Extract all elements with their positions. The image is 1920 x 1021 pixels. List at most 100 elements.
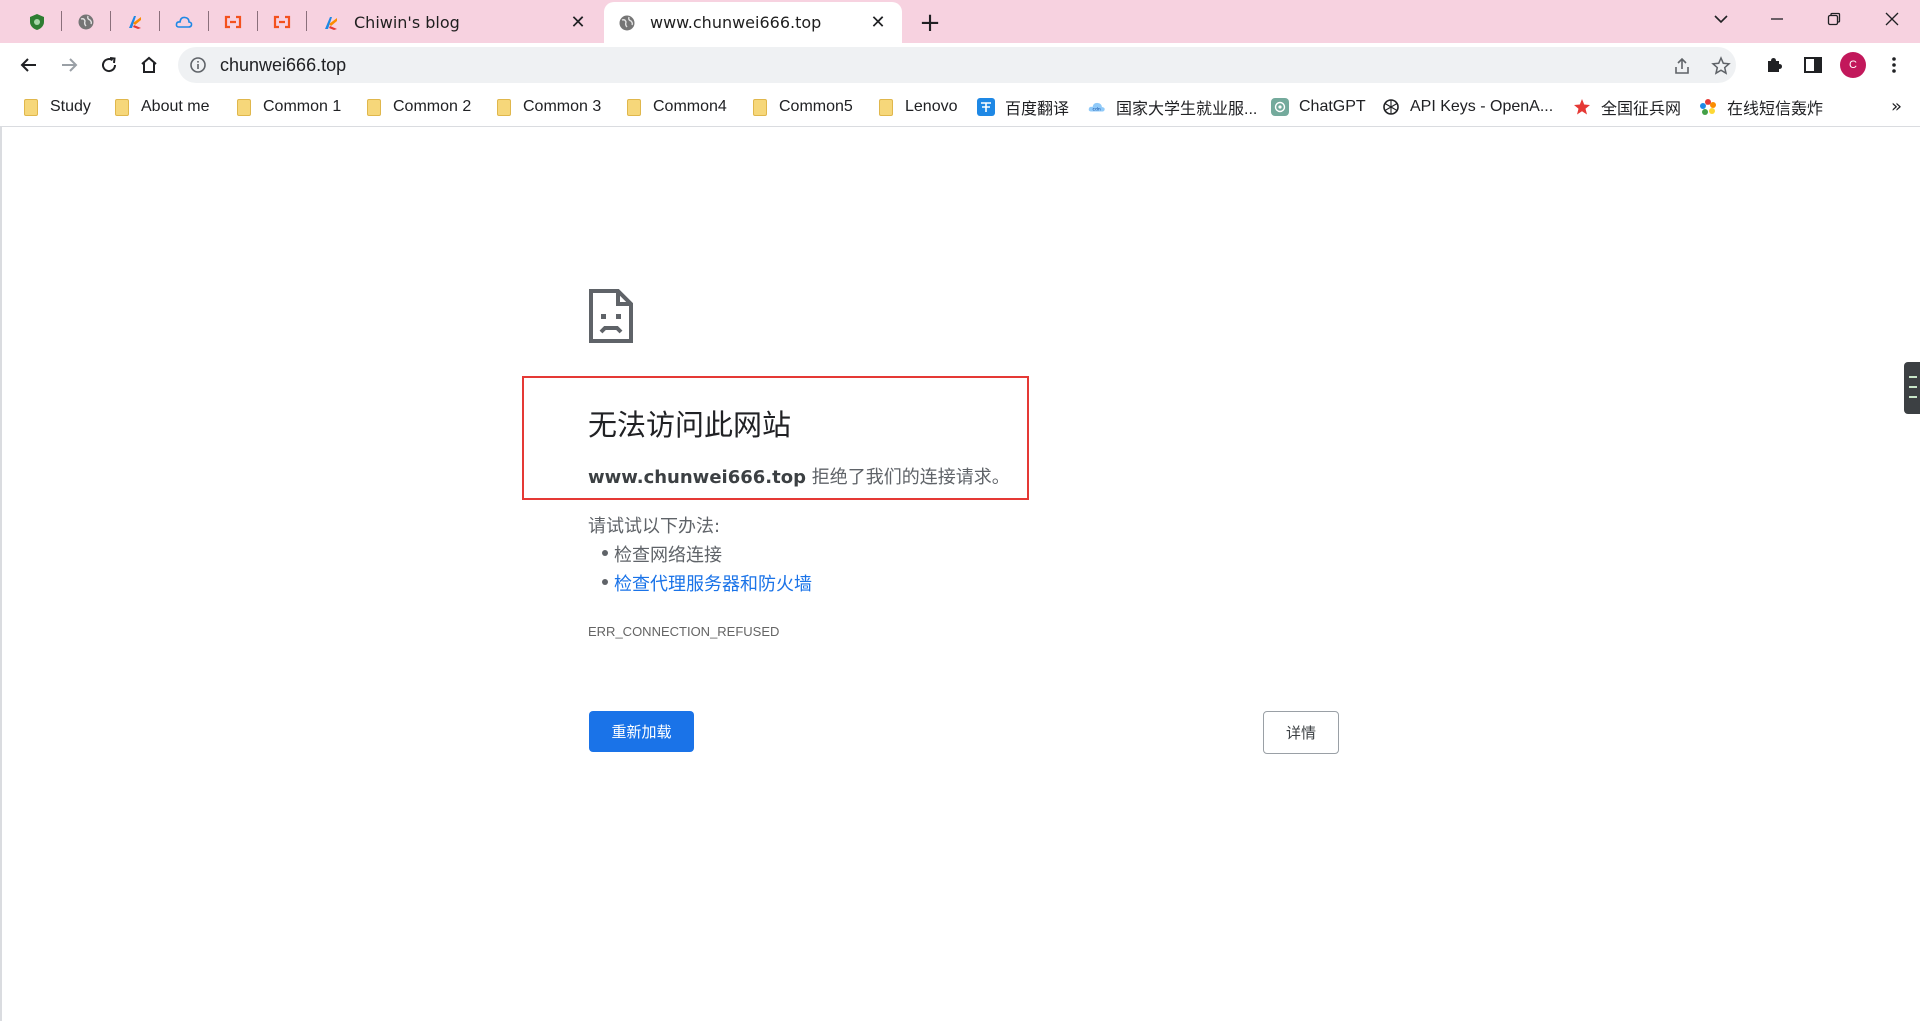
arrow-right-icon <box>62 58 78 72</box>
tab-search-button[interactable] <box>1693 0 1749 38</box>
error-code: ERR_CONNECTION_REFUSED <box>588 624 780 639</box>
pinned-tab-2[interactable] <box>63 6 109 37</box>
folder-icon <box>625 98 643 116</box>
side-panel-button[interactable] <box>1797 49 1829 81</box>
forward-button[interactable] <box>52 48 86 82</box>
tab-separator <box>306 11 307 31</box>
bookmark-label: Common4 <box>653 98 727 115</box>
bookmark-label: About me <box>141 98 210 115</box>
bookmark-study[interactable]: Study <box>22 94 91 120</box>
error-message: 拒绝了我们的连接请求。 <box>805 467 1010 488</box>
address-bar[interactable]: chunwei666.top <box>178 47 1736 83</box>
close-icon[interactable]: ✕ <box>868 12 888 33</box>
home-icon <box>141 56 157 73</box>
bookmark-label: Common 1 <box>263 98 342 115</box>
folder-icon <box>877 98 895 116</box>
colorful-wheel-icon <box>1699 98 1717 116</box>
side-drawer-handle[interactable] <box>1904 362 1920 414</box>
reload-page-button[interactable]: 重新加载 <box>589 711 694 752</box>
bookmarks-overflow-button[interactable]: » <box>1891 96 1902 117</box>
bookmark-label: Study <box>50 98 91 115</box>
bookmark-common-2[interactable]: Common 2 <box>365 94 471 120</box>
profile-button[interactable]: C <box>1837 49 1869 81</box>
details-button[interactable]: 详情 <box>1263 711 1339 754</box>
bookmark-about-me[interactable]: About me <box>113 94 209 120</box>
bookmark-baidu-translate[interactable]: 百度翻译 <box>977 94 1069 120</box>
pinned-tab-5[interactable] <box>210 6 256 37</box>
bookmark-api-keys[interactable]: API Keys - OpenA... <box>1382 94 1553 120</box>
chevron-down-icon <box>1714 15 1728 24</box>
bookmark-chatgpt[interactable]: ChatGPT <box>1271 94 1366 120</box>
tab-separator <box>257 11 258 31</box>
close-window-button[interactable] <box>1864 0 1920 38</box>
side-panel-icon <box>1804 57 1822 73</box>
folder-icon <box>235 98 253 116</box>
restore-icon <box>1827 12 1841 26</box>
cloud-icon <box>175 16 193 28</box>
extensions-button[interactable] <box>1758 49 1790 81</box>
minimize-button[interactable] <box>1749 0 1805 38</box>
suggestions-label: 请试试以下办法: <box>588 516 721 537</box>
pinned-tab-3[interactable] <box>112 6 158 37</box>
folder-icon <box>495 98 513 116</box>
bookmark-label: Common5 <box>779 98 853 115</box>
browser-toolbar: chunwei666.top C <box>0 43 1920 86</box>
tab-chiwins-blog[interactable]: Chiwin's blog ✕ <box>308 2 602 43</box>
sad-page-icon <box>589 289 633 343</box>
tab-separator <box>159 11 160 31</box>
bookmarks-bar: Study About me Common 1 Common 2 Common … <box>0 86 1920 127</box>
bookmark-star-button[interactable] <box>1711 56 1731 76</box>
share-icon <box>1675 57 1689 74</box>
tab-separator <box>61 11 62 31</box>
suggestion-check-network: 检查网络连接 <box>602 541 722 567</box>
bookmark-national-recruit[interactable]: 全国征兵网 <box>1573 94 1681 120</box>
bookmark-common-1[interactable]: Common 1 <box>235 94 341 120</box>
restore-button[interactable] <box>1806 0 1862 38</box>
suggestion-check-proxy-link[interactable]: 检查代理服务器和防火墙 <box>602 570 812 596</box>
orange-bracket-icon <box>224 15 242 28</box>
share-button[interactable] <box>1672 56 1692 76</box>
chatgpt-icon <box>1271 98 1289 116</box>
folder-icon <box>751 98 769 116</box>
openai-icon <box>1382 98 1400 116</box>
bookmark-label: Common 2 <box>393 98 472 115</box>
bookmark-sms[interactable]: 在线短信轰炸 <box>1699 94 1823 120</box>
close-icon <box>1885 12 1899 26</box>
bookmark-ncss[interactable]: cdn 国家大学生就业服... <box>1088 94 1257 120</box>
folder-icon <box>113 98 131 116</box>
tab-chunwei666[interactable]: www.chunwei666.top ✕ <box>604 2 902 43</box>
shield-green-icon <box>30 13 44 30</box>
new-tab-button[interactable]: + <box>916 9 944 37</box>
url-text[interactable]: chunwei666.top <box>220 55 346 76</box>
back-button[interactable] <box>12 48 46 82</box>
bookmark-common-3[interactable]: Common 3 <box>495 94 601 120</box>
bookmark-label: 百度翻译 <box>1005 101 1070 118</box>
home-button[interactable] <box>132 48 166 82</box>
svg-text:cdn: cdn <box>1093 107 1101 113</box>
minimize-icon <box>1771 18 1783 20</box>
info-icon[interactable] <box>189 56 207 74</box>
bookmark-common5[interactable]: Common5 <box>751 94 853 120</box>
pinned-tab-1[interactable] <box>14 6 60 37</box>
reload-button[interactable] <box>92 48 126 82</box>
orange-bracket-icon <box>273 15 291 28</box>
pinned-tab-6[interactable] <box>259 6 305 37</box>
folder-icon <box>22 98 40 116</box>
bookmark-label: Common 3 <box>523 98 602 115</box>
bookmark-label: 国家大学生就业服... <box>1116 101 1258 118</box>
bookmark-label: 在线短信轰炸 <box>1727 101 1824 118</box>
menu-button[interactable] <box>1878 49 1910 81</box>
puzzle-icon <box>1768 58 1782 72</box>
pinned-tab-4[interactable] <box>161 6 207 37</box>
colorful-logo-icon <box>322 14 340 32</box>
kebab-menu-icon <box>1892 57 1896 73</box>
bookmark-label: API Keys - OpenA... <box>1410 98 1554 115</box>
bookmark-lenovo[interactable]: Lenovo <box>877 94 958 120</box>
bookmark-common4[interactable]: Common4 <box>625 94 727 120</box>
baidu-translate-icon <box>977 98 995 116</box>
close-icon[interactable]: ✕ <box>568 12 588 33</box>
tab-strip: Chiwin's blog ✕ www.chunwei666.top ✕ + <box>0 0 1920 43</box>
avatar: C <box>1840 52 1866 78</box>
tab-separator <box>208 11 209 31</box>
arrow-left-icon <box>20 58 36 72</box>
